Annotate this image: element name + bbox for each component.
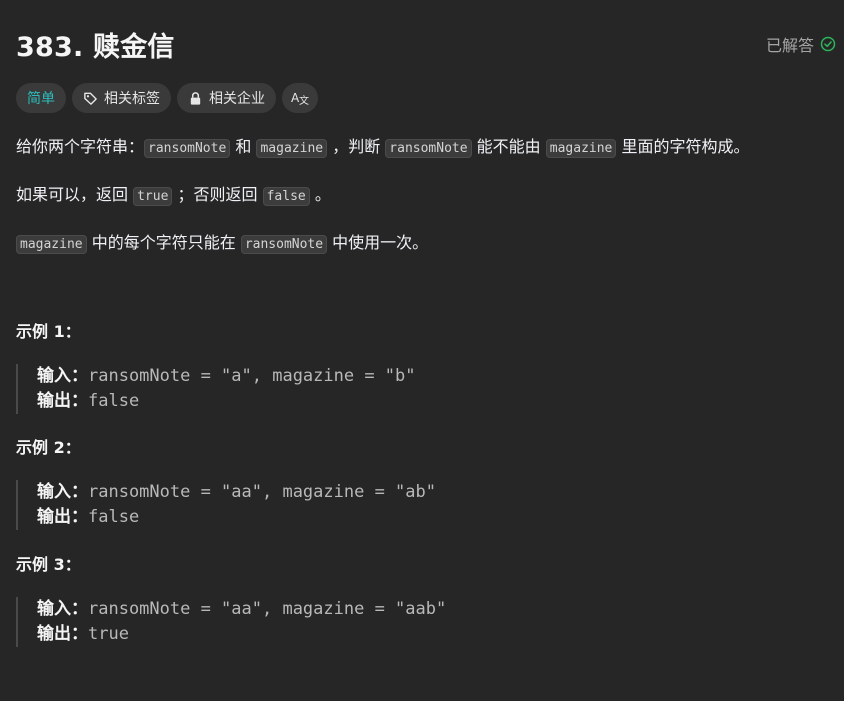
inline-code: ransomNote bbox=[385, 139, 472, 158]
input-value: ransomNote = "a", magazine = "b" bbox=[88, 366, 416, 386]
text: 给你两个字符串： bbox=[16, 137, 145, 156]
example-2: 示例 2： 输入：ransomNote = "aa", magazine = "… bbox=[16, 436, 828, 530]
input-value: ransomNote = "aa", magazine = "ab" bbox=[88, 482, 436, 502]
statement-paragraph-2: 如果可以，返回 true ；否则返回 false 。 bbox=[16, 180, 828, 212]
output-label: 输出： bbox=[37, 391, 88, 411]
example-io-block: 输入：ransomNote = "a", magazine = "b" 输出：f… bbox=[16, 364, 828, 414]
inline-code: true bbox=[133, 187, 173, 206]
related-topics-button[interactable]: 相关标签 bbox=[72, 83, 171, 113]
output-label: 输出： bbox=[37, 507, 88, 527]
text: 中的每个字符只能在 bbox=[86, 233, 241, 252]
output-value: false bbox=[88, 391, 140, 411]
inline-code: magazine bbox=[16, 235, 87, 254]
text: 里面的字符构成。 bbox=[616, 137, 750, 156]
example-input-line: 输入：ransomNote = "aa", magazine = "aab" bbox=[37, 597, 828, 622]
example-output-line: 输出：false bbox=[37, 389, 828, 414]
difficulty-label: 简单 bbox=[27, 91, 55, 107]
example-title: 示例 1： bbox=[16, 322, 81, 341]
text: ，判断 bbox=[327, 137, 386, 156]
statement-paragraph-3: magazine 中的每个字符只能在 ransomNote 中使用一次。 bbox=[16, 228, 828, 260]
example-io-block: 输入：ransomNote = "aa", magazine = "ab" 输出… bbox=[16, 480, 828, 530]
translate-icon: A 文 bbox=[291, 91, 309, 106]
example-input-line: 输入：ransomNote = "a", magazine = "b" bbox=[37, 364, 828, 389]
statement-paragraph-1: 给你两个字符串： ransomNote 和 magazine ，判断 ransom… bbox=[16, 132, 828, 164]
inline-code: magazine bbox=[256, 139, 328, 158]
inline-code: magazine bbox=[545, 139, 617, 158]
related-companies-button[interactable]: 相关企业 bbox=[177, 83, 276, 113]
problem-header: 383. 赎金信 已解答 bbox=[16, 24, 836, 64]
translate-button[interactable]: A 文 bbox=[282, 83, 318, 113]
output-label: 输出： bbox=[37, 624, 88, 644]
text: 能不能由 bbox=[471, 137, 546, 156]
example-input-line: 输入：ransomNote = "aa", magazine = "ab" bbox=[37, 480, 828, 505]
output-value: true bbox=[88, 624, 129, 644]
inline-code: false bbox=[262, 187, 310, 206]
input-value: ransomNote = "aa", magazine = "aab" bbox=[88, 599, 447, 619]
example-3: 示例 3： 输入：ransomNote = "aa", magazine = "… bbox=[16, 553, 828, 647]
example-1: 示例 1： 输入：ransomNote = "a", magazine = "b… bbox=[16, 320, 828, 414]
inline-code: ransomNote bbox=[240, 235, 328, 254]
check-circle-icon bbox=[820, 36, 836, 52]
solved-status: 已解答 bbox=[766, 32, 836, 56]
problem-description-panel: 383. 赎金信 已解答 简单 相关标签 相关企业 A 文 给你两个字符串： r… bbox=[0, 0, 844, 701]
input-label: 输入： bbox=[37, 366, 88, 386]
example-title: 示例 2： bbox=[16, 438, 81, 457]
example-title: 示例 3： bbox=[16, 555, 81, 574]
tag-row: 简单 相关标签 相关企业 A 文 bbox=[16, 83, 318, 113]
related-topics-label: 相关标签 bbox=[104, 91, 160, 107]
problem-title[interactable]: 383. 赎金信 bbox=[16, 25, 175, 64]
related-companies-label: 相关企业 bbox=[209, 91, 265, 107]
output-value: false bbox=[88, 507, 140, 527]
lock-icon bbox=[190, 91, 201, 105]
example-io-block: 输入：ransomNote = "aa", magazine = "aab" 输… bbox=[16, 597, 828, 647]
svg-text:文: 文 bbox=[299, 94, 309, 106]
tag-icon bbox=[84, 92, 97, 105]
difficulty-badge: 简单 bbox=[16, 83, 66, 113]
input-label: 输入： bbox=[37, 482, 88, 502]
input-label: 输入： bbox=[37, 599, 88, 619]
text: 。 bbox=[309, 185, 331, 204]
text: 如果可以，返回 bbox=[16, 185, 134, 204]
inline-code: ransomNote bbox=[144, 139, 231, 158]
example-output-line: 输出：true bbox=[37, 622, 828, 647]
example-output-line: 输出：false bbox=[37, 505, 828, 530]
text: 中使用一次。 bbox=[327, 233, 429, 252]
text: 和 bbox=[230, 137, 257, 156]
problem-statement: 给你两个字符串： ransomNote 和 magazine ，判断 ransom… bbox=[16, 132, 828, 276]
solved-label: 已解答 bbox=[765, 36, 814, 55]
text: ；否则返回 bbox=[172, 185, 263, 204]
